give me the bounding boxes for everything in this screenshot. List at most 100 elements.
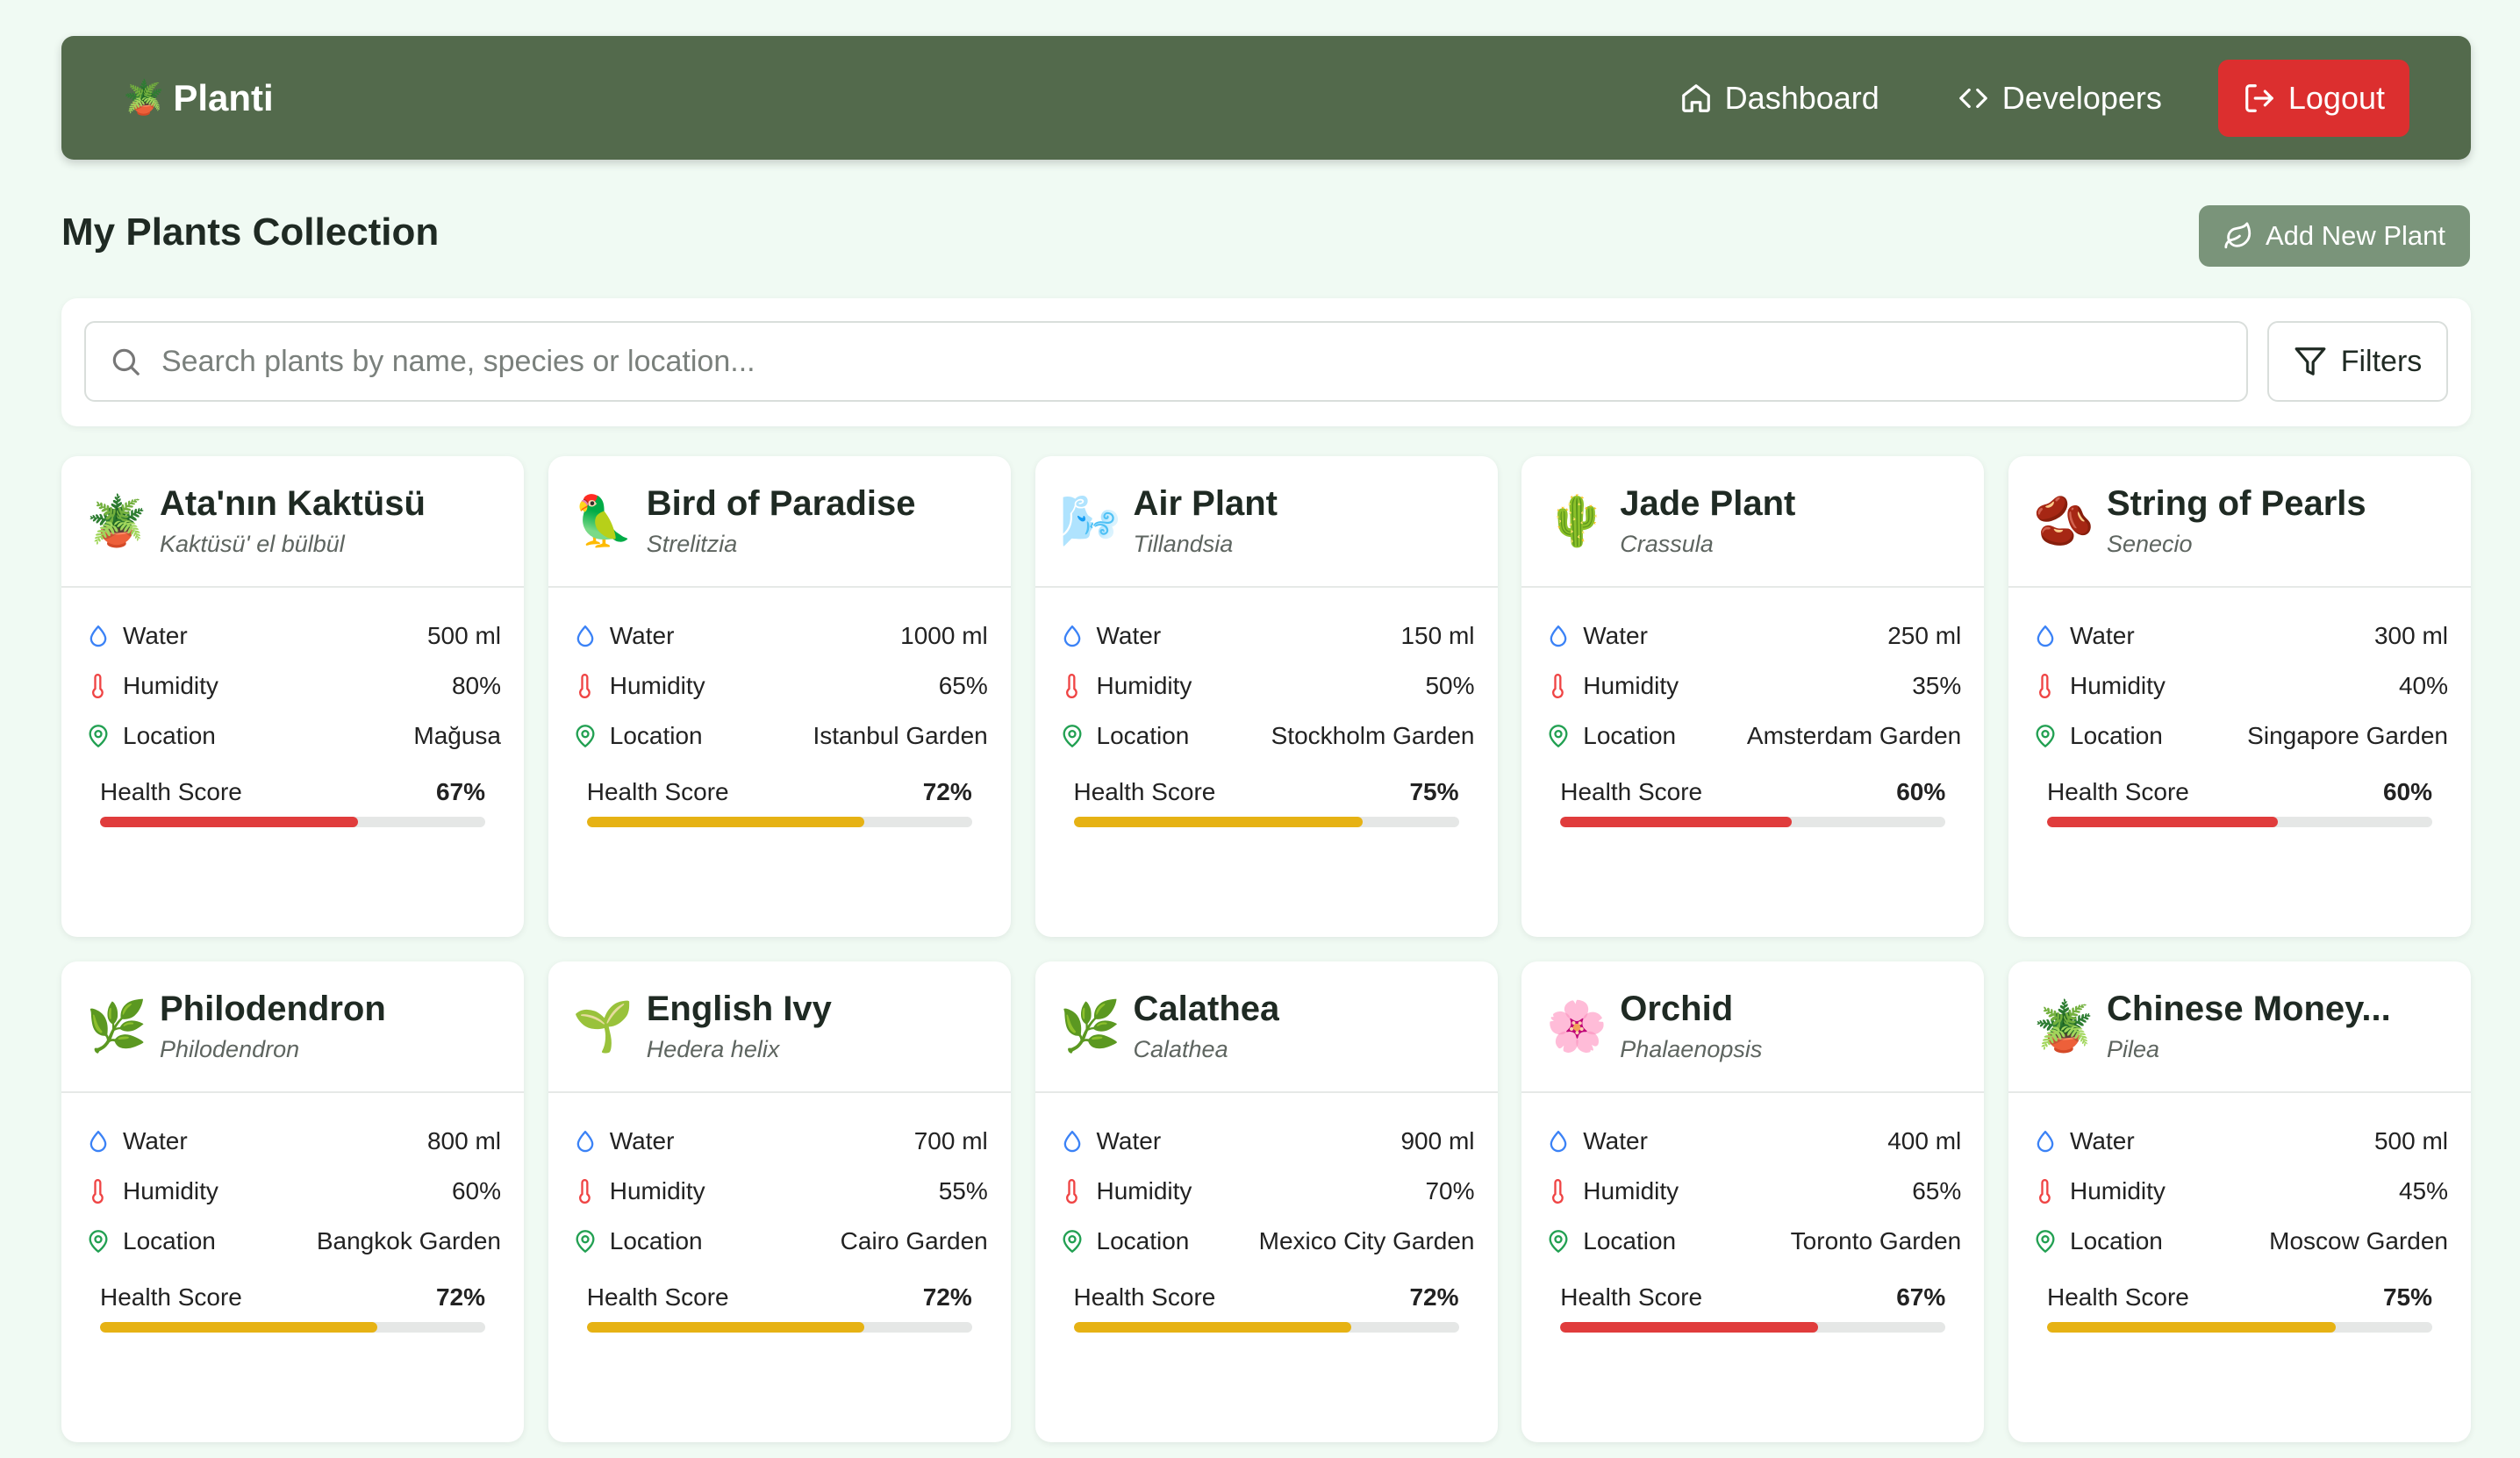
thermometer-icon (578, 673, 591, 698)
brand-name: Planti (173, 76, 274, 118)
plant-species: Crassula (1620, 531, 1714, 557)
location-row: Location Amsterdam Garden (1546, 711, 1961, 761)
water-drop-icon (89, 625, 107, 647)
humidity-row: Humidity 65% (573, 661, 988, 711)
plant-emoji-icon: 🌿 (1059, 998, 1121, 1054)
health-score-bar (100, 1322, 485, 1333)
water-label: Water (123, 621, 188, 649)
plant-card[interactable]: 🌿 Calathea Calathea Water 900 ml Humidit… (1034, 961, 1498, 1442)
plant-card-body: Water 250 ml Humidity 35% Location Amste… (1521, 588, 1984, 827)
water-value: 1000 ml (900, 621, 988, 649)
health-score-label: Health Score (586, 1283, 729, 1311)
brand-logo[interactable]: 🪴 Planti (123, 77, 274, 119)
water-value: 250 ml (1887, 621, 1962, 649)
plant-card[interactable]: 🌿 Philodendron Philodendron Water 800 ml… (61, 961, 524, 1442)
thermometer-icon (1065, 1178, 1077, 1204)
humidity-row: Humidity 50% (1060, 661, 1475, 711)
logout-icon (2245, 83, 2273, 112)
filters-button[interactable]: Filters (2267, 321, 2448, 402)
location-row: Location Stockholm Garden (1060, 711, 1475, 761)
plant-card[interactable]: 🌱 English Ivy Hedera helix Water 700 ml … (548, 961, 1011, 1442)
location-row: Location Toronto Garden (1546, 1216, 1961, 1266)
map-pin-icon (89, 724, 108, 747)
health-score: Health Score 60% (2047, 778, 2432, 827)
location-value: Stockholm Garden (1271, 721, 1475, 749)
plant-titles: Calathea Calathea (1134, 990, 1280, 1063)
search-box[interactable] (84, 321, 2248, 402)
humidity-row: Humidity 70% (1060, 1166, 1475, 1216)
water-drop-icon (2037, 625, 2054, 647)
humidity-row: Humidity 45% (2033, 1166, 2448, 1216)
plant-name: Air Plant (1133, 484, 1278, 523)
plant-card-header: 🌬️ Air Plant Tillandsia (1034, 456, 1498, 588)
water-label: Water (2070, 1126, 2135, 1154)
health-score-bar-fill (1073, 1322, 1351, 1333)
add-new-plant-label: Add New Plant (2265, 220, 2445, 251)
plant-emoji-icon: 🌿 (86, 998, 147, 1054)
plant-emoji-icon: 🪴 (2033, 998, 2094, 1054)
health-score-label: Health Score (2047, 778, 2189, 805)
water-row: Water 250 ml (1546, 611, 1961, 661)
search-input[interactable] (161, 344, 2180, 379)
nav-developers-link[interactable]: Developers (1918, 60, 2201, 137)
plant-card[interactable]: 🪴 Ata'nın Kaktüsü Kaktüsü' el bülbül Wat… (61, 456, 524, 937)
water-drop-icon (1550, 625, 1567, 647)
location-row: Location Mexico City Garden (1060, 1216, 1475, 1266)
plant-titles: Ata'nın Kaktüsü Kaktüsü' el bülbül (160, 484, 426, 558)
home-icon (1681, 83, 1710, 112)
health-score-bar (1073, 817, 1459, 827)
water-label: Water (609, 621, 675, 649)
humidity-label: Humidity (2070, 671, 2166, 699)
plant-card[interactable]: 🦜 Bird of Paradise Strelitzia Water 1000… (548, 456, 1011, 937)
plant-card-body: Water 150 ml Humidity 50% Location Stock… (1035, 588, 1498, 827)
plant-species: Senecio (2107, 531, 2193, 557)
health-score-label: Health Score (1073, 1283, 1216, 1311)
plant-species: Tillandsia (1133, 531, 1234, 557)
location-value: Singapore Garden (2247, 721, 2448, 749)
health-score: Health Score 72% (100, 1283, 485, 1333)
humidity-label: Humidity (123, 671, 218, 699)
water-row: Water 1000 ml (573, 611, 988, 661)
add-new-plant-button[interactable]: Add New Plant (2198, 205, 2470, 267)
plant-species: Pilea (2107, 1036, 2160, 1062)
health-score-bar (2047, 817, 2432, 827)
nav-dashboard-link[interactable]: Dashboard (1641, 60, 1918, 137)
plant-card-header: 🌸 Orchid Phalaenopsis (1521, 961, 1985, 1093)
plant-card[interactable]: 🌸 Orchid Phalaenopsis Water 400 ml Humid… (1521, 961, 1985, 1442)
plant-card-header: 🌿 Calathea Calathea (1034, 961, 1498, 1093)
health-score-label: Health Score (586, 778, 729, 805)
plant-species: Calathea (1133, 1036, 1228, 1062)
humidity-value: 80% (451, 671, 501, 699)
plant-card-body: Water 900 ml Humidity 70% Location Mexic… (1035, 1093, 1498, 1333)
location-label: Location (123, 721, 216, 749)
humidity-label: Humidity (1583, 671, 1679, 699)
location-value: Mağusa (413, 721, 501, 749)
health-score-bar (1560, 1322, 1946, 1333)
filters-label: Filters (2340, 344, 2423, 378)
health-score-label: Health Score (2047, 1283, 2189, 1311)
thermometer-icon (1065, 673, 1077, 698)
water-label: Water (1583, 1126, 1648, 1154)
water-drop-icon (576, 625, 594, 647)
page-title: My Plants Collection (61, 211, 440, 254)
plant-card[interactable]: 🫘 String of Pearls Senecio Water 300 ml … (2008, 456, 2471, 937)
health-score: Health Score 60% (1560, 778, 1946, 827)
water-value: 500 ml (426, 621, 501, 649)
water-value: 500 ml (2373, 1126, 2448, 1154)
search-icon (112, 348, 140, 375)
plant-species: Philodendron (160, 1036, 300, 1062)
health-score-value: 60% (1896, 778, 1946, 805)
logout-button[interactable]: Logout (2217, 59, 2409, 137)
plant-name: English Ivy (646, 990, 832, 1028)
plant-name: Calathea (1133, 990, 1280, 1028)
humidity-row: Humidity 80% (86, 661, 501, 711)
health-score-bar-fill (100, 1322, 378, 1333)
humidity-value: 55% (938, 1176, 988, 1204)
location-value: Bangkok Garden (316, 1226, 501, 1254)
plant-name: Chinese Money... (2107, 990, 2391, 1028)
plant-card[interactable]: 🪴 Chinese Money... Pilea Water 500 ml Hu… (2008, 961, 2471, 1442)
plant-card[interactable]: 🌵 Jade Plant Crassula Water 250 ml Humid… (1521, 456, 1985, 937)
water-value: 400 ml (1887, 1126, 1962, 1154)
plant-card[interactable]: 🌬️ Air Plant Tillandsia Water 150 ml Hum… (1034, 456, 1498, 937)
humidity-value: 45% (2398, 1176, 2448, 1204)
